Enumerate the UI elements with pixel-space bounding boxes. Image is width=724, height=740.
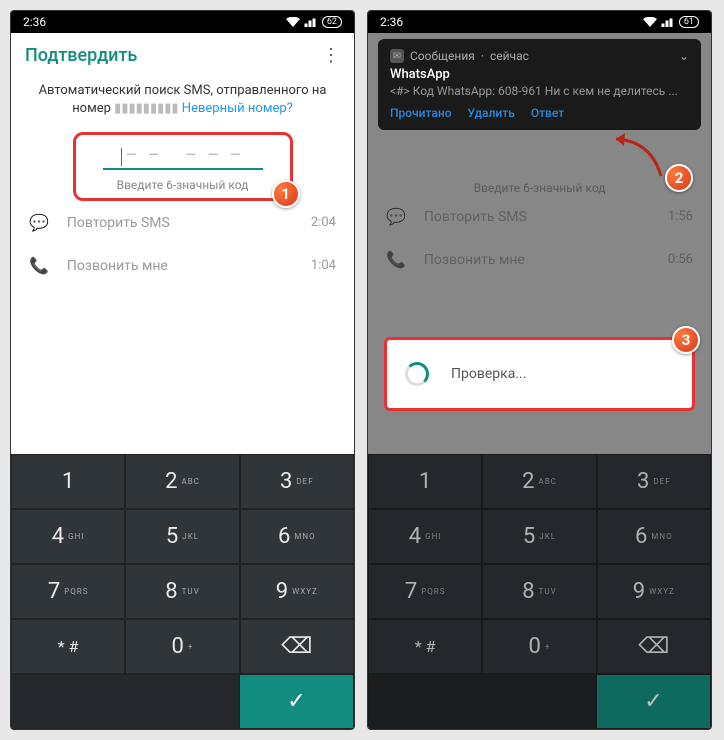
code-input-highlight: – – – – – Введите 6-значный код 1 [73,132,293,201]
key-5[interactable]: 5JKL [482,509,596,564]
status-bar: 2:36 62 [11,11,354,33]
code-hint: Введите 6-значный код [82,178,284,192]
notif-body: <#> Код WhatsApp: 608-961 Ни с кем не де… [390,84,689,98]
key-4[interactable]: 4GHI [11,509,125,564]
key-1[interactable]: 1 [368,454,482,509]
key-2[interactable]: 2ABC [125,454,239,509]
header: Подтвердить ⋮ [11,33,354,78]
notif-app-name: Сообщения [410,49,475,63]
resend-timer: 2:04 [311,215,336,230]
key-5[interactable]: 5JKL [125,509,239,564]
key-confirm[interactable]: ✓ [239,674,354,729]
notif-delete-button[interactable]: Удалить [468,106,515,120]
status-time: 2:36 [380,15,403,29]
key-8[interactable]: 8TUV [125,564,239,619]
wifi-icon [286,17,300,27]
signal-icon [304,17,318,27]
notif-title: WhatsApp [390,67,689,82]
key-8[interactable]: 8TUV [482,564,596,619]
status-bar: 2:36 61 [368,11,711,33]
wrong-number-link[interactable]: Неверный номер? [182,101,293,116]
notif-read-button[interactable]: Прочитано [390,106,452,120]
key-7[interactable]: 7PQRS [11,564,125,619]
key-1[interactable]: 1 [11,454,125,509]
phone-right: 2:36 61 Введите 6-значный код 💬 Повторит… [367,10,712,730]
callout-badge-1: 1 [272,180,300,208]
status-right: 61 [643,16,699,28]
notif-time: сейчас [490,49,529,63]
key-7[interactable]: 7PQRS [368,564,482,619]
sms-icon: 💬 [29,213,49,232]
signal-icon [661,17,675,27]
key-4[interactable]: 4GHI [368,509,482,564]
call-me-row[interactable]: 📞 Позвонить мне 1:04 [11,244,354,287]
resend-sms-row[interactable]: 💬 Повторить SMS 2:04 [11,201,354,244]
key-spacer [11,674,239,729]
resend-label: Повторить SMS [67,215,170,231]
menu-icon[interactable]: ⋮ [322,45,340,66]
verify-dialog: Проверка... 3 [384,337,695,411]
key-confirm[interactable]: ✓ [596,674,711,729]
numeric-keypad: 1 2ABC 3DEF 4GHI 5JKL 6MNO 7PQRS 8TUV 9W… [11,454,354,729]
callout-badge-2: 2 [665,164,693,192]
verify-text: Проверка... [451,366,526,382]
key-6[interactable]: 6MNO [240,509,354,564]
key-symbols[interactable]: * # [368,619,482,674]
key-2[interactable]: 2ABC [482,454,596,509]
key-3[interactable]: 3DEF [597,454,711,509]
spinner-icon [405,362,429,386]
key-backspace[interactable]: ⌫ [240,619,354,674]
notif-reply-button[interactable]: Ответ [531,106,564,120]
key-symbols[interactable]: * # [11,619,125,674]
key-9[interactable]: 9WXYZ [597,564,711,619]
key-spacer [368,674,596,729]
battery-icon: 61 [679,16,699,28]
key-3[interactable]: 3DEF [240,454,354,509]
code-input[interactable]: – – – – – [103,145,263,170]
wifi-icon [643,17,657,27]
page-title: Подтвердить [25,45,137,66]
messages-app-icon: ✉ [390,49,404,63]
numeric-keypad: 1 2ABC 3DEF 4GHI 5JKL 6MNO 7PQRS 8TUV 9W… [368,454,711,729]
info-text: Автоматический поиск SMS, отправленного … [11,82,354,118]
key-9[interactable]: 9WXYZ [240,564,354,619]
phone-icon: 📞 [29,256,49,275]
key-backspace[interactable]: ⌫ [597,619,711,674]
battery-icon: 62 [322,16,342,28]
arrow-icon [611,131,671,181]
phone-left: 2:36 62 Подтвердить ⋮ Автоматический пои… [10,10,355,730]
status-time: 2:36 [23,15,46,29]
key-0[interactable]: 0+ [482,619,596,674]
call-timer: 1:04 [311,258,336,273]
call-label: Позвонить мне [67,258,168,274]
notif-chevron-icon[interactable]: ⌄ [679,49,689,63]
key-6[interactable]: 6MNO [597,509,711,564]
notification-card[interactable]: ✉ Сообщения · сейчас ⌄ WhatsApp <#> Код … [378,39,701,130]
callout-badge-3: 3 [672,326,700,354]
status-right: 62 [286,16,342,28]
key-0[interactable]: 0+ [125,619,239,674]
